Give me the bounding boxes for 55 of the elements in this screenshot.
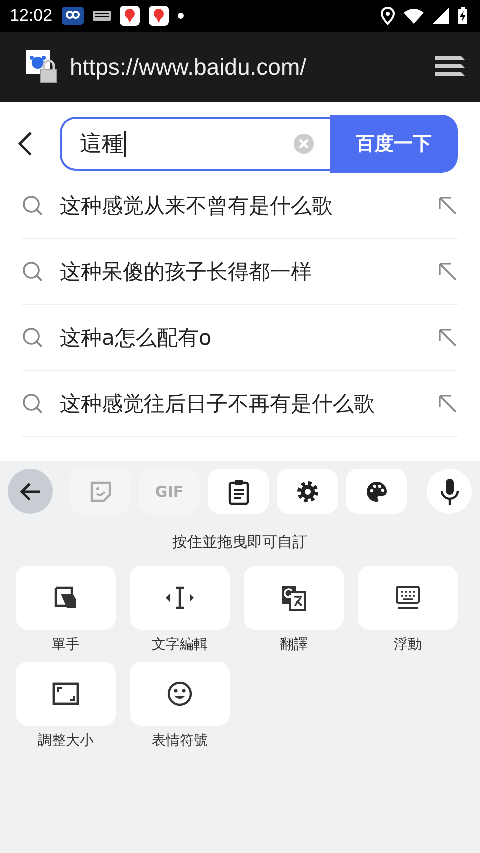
tile-label: 翻譯 [280,636,308,654]
app-notification-icon [62,7,84,25]
palette-button[interactable] [346,469,407,514]
suggestion-text[interactable]: 这种呆傻的孩子长得都一样 [60,258,422,286]
map-pin-app-icon [148,6,169,26]
emoji-tile[interactable] [130,662,230,726]
site-lock-icon [26,50,60,84]
search-icon [22,392,44,414]
translate-tile[interactable] [244,566,344,630]
tile-label: 文字編輯 [152,636,208,654]
suggestion-text[interactable]: 这种感觉往后日子不再有是什么歌 [60,390,422,418]
resize-tile[interactable] [16,662,116,726]
keyboard-icon [395,585,421,611]
settings-button[interactable] [277,469,338,514]
fill-in-arrow-icon[interactable] [438,394,458,414]
floating-tile[interactable] [358,566,458,630]
tile-label: 調整大小 [38,732,94,750]
resize-icon [52,682,80,706]
settings-icon [296,480,320,504]
battery-charging-icon [458,7,468,25]
location-icon [381,7,395,25]
text-edit-tile[interactable] [130,566,230,630]
microphone-icon [440,478,460,506]
signal-icon [433,8,449,24]
tile-label: 表情符號 [152,732,208,750]
fill-in-arrow-icon[interactable] [438,196,458,216]
map-pin-app-icon [120,6,140,26]
palette-icon [364,480,388,504]
emoji-icon [167,681,193,707]
translate-icon [281,585,307,611]
fill-in-arrow-icon[interactable] [438,328,458,348]
mic-button[interactable] [427,469,472,514]
customize-hint: 按住並拖曳即可自訂 [172,533,308,552]
clipboard-icon [228,478,250,504]
search-icon [22,194,44,216]
search-field[interactable]: 這種 [60,117,330,171]
search-button[interactable]: 百度一下 [330,115,458,173]
tile-label: 單手 [52,636,80,654]
status-time: 12:02 [10,6,53,26]
suggestion-text[interactable]: 这种感觉从来不曾有是什么歌 [60,192,422,220]
one-hand-tile[interactable] [16,566,116,630]
clipboard-button[interactable] [208,469,269,514]
one-hand-icon [53,585,79,611]
fill-in-arrow-icon[interactable] [438,262,458,282]
suggestion-text[interactable]: 这种a怎么配有o [60,324,422,352]
keyboard-icon [92,11,111,21]
back-button[interactable] [8,469,53,514]
url-text[interactable]: https://www.baidu.com/ [70,54,306,80]
search-icon [22,260,44,282]
sticker-icon [88,480,112,504]
more-notifications-icon [178,13,184,19]
wifi-icon [404,8,424,24]
tile-label: 浮動 [394,636,422,654]
text-cursor-icon [164,586,196,610]
search-icon [22,326,44,348]
